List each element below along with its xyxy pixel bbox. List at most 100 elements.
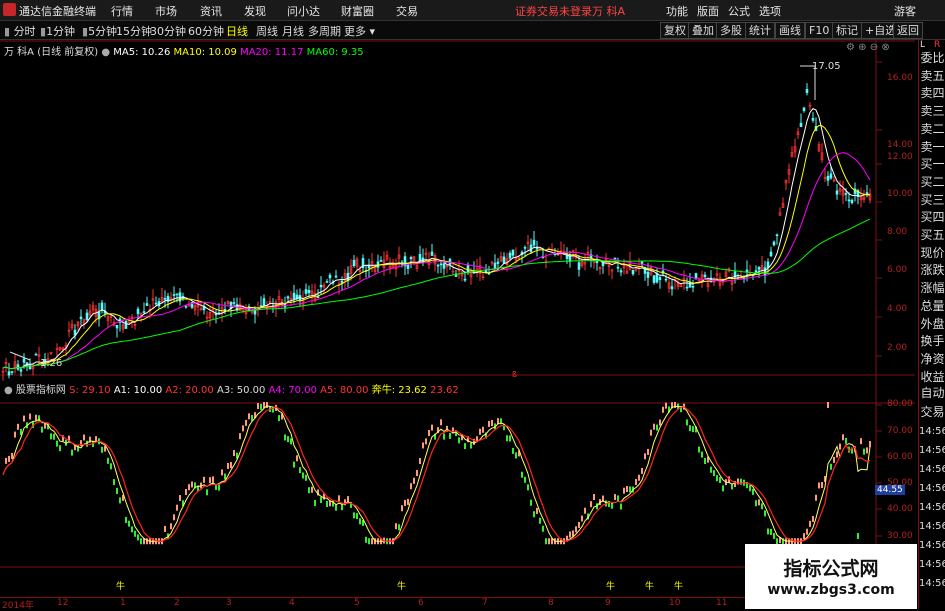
period-more[interactable]: 更多 ▾ <box>344 23 375 39</box>
x-label-3: 3 <box>226 598 232 608</box>
user-label[interactable]: 游客 <box>894 3 916 19</box>
panel-trade-0[interactable]: 自动 <box>919 386 945 401</box>
candle-body <box>292 292 296 299</box>
settings-icon[interactable]: ● <box>101 47 110 58</box>
ind-step <box>692 426 694 433</box>
f10-button[interactable]: F10 <box>805 22 834 39</box>
period-30min[interactable]: 30分钟 <box>150 23 186 39</box>
ma10-line <box>2 125 871 370</box>
ind-step <box>539 517 541 524</box>
x-label-8: 8 <box>548 598 554 608</box>
watermark-title: 指标公式网 <box>783 558 879 580</box>
period-weekly[interactable]: 周线 <box>256 23 278 39</box>
login-status[interactable]: 证券交易未登录 <box>515 3 592 19</box>
panel-letter-r[interactable]: R <box>934 41 940 50</box>
menu-trade[interactable]: 交易 <box>396 3 418 19</box>
menu-quotes[interactable]: 行情 <box>111 3 133 19</box>
period-daily[interactable]: 日线 <box>226 23 248 39</box>
candle-body <box>154 302 158 305</box>
menu-wealth[interactable]: 财富圈 <box>341 3 374 19</box>
menu-market[interactable]: 市场 <box>155 3 177 19</box>
ind-step <box>764 510 766 517</box>
y-tick-4: 4.00 <box>887 304 908 314</box>
panel-field-5: 卖一 <box>920 139 945 154</box>
panel-letter-l[interactable]: L <box>920 41 925 50</box>
ind-step <box>761 503 763 510</box>
chart-window-icons[interactable]: ⚙ ⊕ ⊖ ⊗ <box>846 42 890 53</box>
ind-step <box>416 469 418 476</box>
candle-body <box>844 193 848 195</box>
gear-icon[interactable]: ⚙ <box>846 42 855 53</box>
panel-field-6: 买一 <box>920 157 945 172</box>
period-5min[interactable]: ▮5分钟 <box>82 23 117 39</box>
menu-options[interactable]: 选项 <box>759 3 781 19</box>
ind-step <box>713 470 715 477</box>
ind-step <box>206 489 208 496</box>
ma20-label: MA20: 11.17 <box>240 47 304 58</box>
menu-formula[interactable]: 公式 <box>728 3 750 19</box>
y-tick-10: 10.00 <box>887 189 913 199</box>
overlay-button[interactable]: 叠加 <box>688 22 718 39</box>
ind-step <box>395 523 397 530</box>
kline-chart[interactable] <box>0 40 915 600</box>
ind-step <box>407 498 409 505</box>
ind-step <box>698 446 700 453</box>
candle-body <box>409 257 413 260</box>
ind-step <box>278 415 280 422</box>
menu-ask[interactable]: 问小达 <box>287 3 320 19</box>
ind-step <box>311 486 313 493</box>
mark-button[interactable]: 标记 <box>832 22 862 39</box>
indicator-settings-icon[interactable]: ● <box>4 385 13 396</box>
ind-step <box>752 488 754 495</box>
period-multi[interactable]: 多周期 <box>308 23 341 39</box>
ind-step <box>146 538 148 545</box>
panel-trade-1[interactable]: 交易 <box>919 405 945 420</box>
candle-body <box>34 353 38 356</box>
zoom-out-icon[interactable]: ⊖ <box>870 42 878 53</box>
panel-time-2: 14:56 <box>919 426 945 437</box>
period-1min[interactable]: ▮1分钟 <box>40 23 75 39</box>
candle-body <box>688 281 692 288</box>
ind-step <box>221 469 223 476</box>
period-monthly[interactable]: 月线 <box>282 23 304 39</box>
draw-button[interactable]: 画线 <box>775 22 805 39</box>
back-button[interactable]: 返回 <box>893 22 923 39</box>
ind-step <box>410 483 412 490</box>
stats-button[interactable]: 统计 <box>745 22 775 39</box>
panel-time-4: 14:56 <box>919 464 945 475</box>
menu-function[interactable]: 功能 <box>666 3 688 19</box>
chart-area[interactable]: 万 科A (日线 前复权) ● MA5: 10.26 MA10: 10.09 M… <box>0 40 915 600</box>
candle-body <box>595 261 599 264</box>
period-intraday[interactable]: ▮ 分时 <box>4 23 36 39</box>
candle-body <box>442 263 446 269</box>
menu-news[interactable]: 资讯 <box>200 3 222 19</box>
quote-side-panel[interactable]: L R 委比 卖五 卖四 卖三 卖二 卖一 买一 买二 买三 买四 买五 现价 涨跌 涨幅 总量 外盘 换手 净资… <box>918 40 945 609</box>
close-icon[interactable]: ⊗ <box>881 42 889 53</box>
panel-field-4: 卖二 <box>920 121 945 136</box>
ind-step <box>218 484 220 491</box>
ind-step <box>578 521 580 528</box>
current-value-badge: 44.55 <box>875 485 905 495</box>
ind-step <box>53 433 55 440</box>
ind-step <box>50 433 52 440</box>
ind-step <box>170 523 172 530</box>
candle-body <box>376 261 380 268</box>
candle-body <box>400 261 404 264</box>
ind-step <box>308 487 310 494</box>
menu-layout[interactable]: 版面 <box>697 3 719 19</box>
ind-step <box>719 477 721 484</box>
panel-time-3: 14:56 <box>919 445 945 456</box>
ind-step <box>857 533 859 539</box>
period-60min[interactable]: 60分钟 <box>188 23 224 39</box>
ind-step <box>257 403 259 410</box>
zoom-in-icon[interactable]: ⊕ <box>858 42 866 53</box>
adjust-button[interactable]: 复权 <box>660 22 690 39</box>
indicator-name[interactable]: 股票指标网 <box>16 385 66 396</box>
period-15min[interactable]: 15分钟 <box>116 23 152 39</box>
menu-discover[interactable]: 发现 <box>244 3 266 19</box>
multi-stock-button[interactable]: 多股 <box>716 22 746 39</box>
panel-field-2: 卖四 <box>920 86 945 101</box>
stock-name-title: 万 科A <box>592 5 626 18</box>
ind-step <box>815 494 817 501</box>
candle-body <box>829 173 833 179</box>
